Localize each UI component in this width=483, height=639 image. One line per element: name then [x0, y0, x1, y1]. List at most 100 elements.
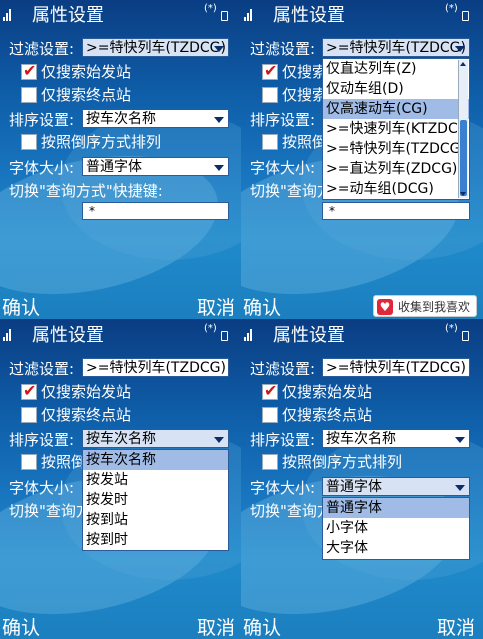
ok-softkey[interactable]: 确认: [2, 293, 40, 319]
font-option[interactable]: 大字体: [323, 538, 469, 558]
shortcut-input[interactable]: *: [322, 202, 470, 220]
chevron-down-icon: [455, 485, 465, 491]
chevron-down-icon: [455, 46, 465, 52]
reverse-checkbox[interactable]: [262, 134, 278, 150]
check-icon: ✔: [23, 61, 37, 80]
font-label: 字体大小:: [9, 159, 75, 177]
signal-icon: [244, 5, 256, 21]
reverse-label: 按照倒序方式排列: [41, 133, 162, 151]
ok-softkey[interactable]: 确认: [2, 613, 40, 639]
sort-select[interactable]: 按车次名称: [322, 429, 470, 448]
chevron-down-icon: [214, 117, 224, 123]
filter-option[interactable]: >=直达列车(ZDCG): [323, 159, 469, 179]
sort-label: 排序设置:: [250, 111, 316, 129]
bluetooth-icon: (*): [204, 323, 217, 334]
reverse-checkbox[interactable]: [262, 454, 278, 470]
page-title: 属性设置: [273, 5, 345, 26]
sort-option[interactable]: 按到站: [83, 510, 228, 530]
check-icon: ✔: [264, 61, 278, 80]
status-bar: 属性设置 (*): [241, 320, 482, 346]
check-icon: ✔: [264, 381, 278, 400]
battery-icon: [221, 11, 228, 21]
filter-select[interactable]: >=特快列车(TZDCG): [82, 38, 229, 57]
battery-icon: [462, 11, 469, 21]
filter-select[interactable]: >=特快列车(TZDCG): [82, 358, 229, 377]
search-start-label: 仅搜索始发站: [282, 383, 373, 401]
bluetooth-icon: (*): [445, 3, 458, 14]
font-select[interactable]: 普通字体: [82, 157, 229, 176]
status-bar: 属性设置 (*): [0, 0, 241, 26]
filter-select[interactable]: >=特快列车(TZDCG): [322, 358, 470, 377]
status-bar: 属性设置 (*): [241, 0, 482, 26]
font-label: 字体大小:: [9, 479, 75, 497]
chevron-down-icon: [214, 165, 224, 171]
reverse-checkbox[interactable]: [21, 454, 37, 470]
reverse-checkbox[interactable]: [21, 134, 37, 150]
scroll-thumb[interactable]: [460, 120, 467, 196]
settings-screen-2: 属性设置 (*) 过滤设置: >=特快列车(TZDCG) ✔ 仅搜索始发站 仅搜…: [241, 0, 483, 319]
bluetooth-icon: (*): [445, 323, 458, 334]
search-start-label: 仅搜索始发站: [41, 383, 132, 401]
chevron-down-icon: [214, 437, 224, 443]
font-option-selected[interactable]: 普通字体: [323, 498, 469, 518]
cancel-softkey[interactable]: 取消: [437, 613, 475, 639]
sort-select[interactable]: 按车次名称: [82, 109, 229, 128]
shortcut-input[interactable]: *: [82, 202, 229, 220]
filter-value: >=特快列车(TZDCG): [86, 40, 226, 56]
sort-dropdown: 按车次名称 按发站 按发时 按到站 按到时: [82, 449, 229, 551]
search-start-label: 仅搜索始发站: [41, 63, 132, 81]
search-start-checkbox[interactable]: ✔: [21, 61, 37, 80]
heart-icon: ♥: [377, 299, 393, 315]
status-bar: 属性设置 (*): [0, 320, 241, 346]
page-title: 属性设置: [32, 325, 104, 346]
reverse-label: 按照倒序方式排列: [282, 453, 403, 471]
cancel-softkey[interactable]: 取消: [197, 293, 235, 319]
search-end-checkbox[interactable]: [21, 87, 37, 103]
font-label: 字体大小:: [250, 479, 316, 497]
ok-softkey[interactable]: 确认: [243, 613, 281, 639]
page-title: 属性设置: [273, 325, 345, 346]
filter-option[interactable]: >=特快列车(TZDCG): [323, 139, 469, 159]
battery-icon: [221, 331, 228, 341]
filter-option[interactable]: 仅动车组(D): [323, 79, 469, 99]
font-select[interactable]: 普通字体: [322, 477, 470, 496]
dropdown-scrollbar[interactable]: [458, 60, 468, 198]
settings-screen-4: 属性设置 (*) 过滤设置: >=特快列车(TZDCG) ✔ 仅搜索始发站 仅搜…: [241, 320, 483, 639]
font-label: 字体大小:: [250, 159, 316, 177]
search-end-label: 仅搜索终点站: [41, 86, 132, 104]
shortcut-label: 切换"查询方式"快捷键:: [9, 182, 163, 200]
search-end-checkbox[interactable]: [262, 87, 278, 103]
sort-option[interactable]: 按发站: [83, 470, 228, 490]
settings-screen-3: 属性设置 (*) 过滤设置: >=特快列车(TZDCG) ✔ 仅搜索始发站 仅搜…: [0, 320, 241, 639]
font-dropdown: 普通字体 小字体 大字体: [322, 497, 470, 560]
battery-icon: [462, 331, 469, 341]
search-end-checkbox[interactable]: [21, 407, 37, 423]
scroll-up-icon: [460, 62, 466, 66]
filter-option[interactable]: >=快速列车(KTZDCG): [323, 119, 469, 139]
filter-option-selected[interactable]: 仅高速动车(CG): [323, 99, 469, 119]
sort-label: 排序设置:: [250, 431, 316, 449]
filter-label: 过滤设置:: [9, 40, 75, 58]
search-end-checkbox[interactable]: [262, 407, 278, 423]
sort-select[interactable]: 按车次名称: [82, 429, 229, 448]
cancel-softkey[interactable]: 取消: [197, 613, 235, 639]
filter-label: 过滤设置:: [250, 360, 316, 378]
chevron-down-icon: [214, 46, 224, 52]
filter-option[interactable]: >=动车组(DCG): [323, 179, 469, 199]
search-start-checkbox[interactable]: ✔: [262, 381, 278, 400]
check-icon: ✔: [23, 381, 37, 400]
search-end-label: 仅搜索终点站: [41, 406, 132, 424]
sort-option[interactable]: 按发时: [83, 490, 228, 510]
filter-select[interactable]: >=特快列车(TZDCG): [322, 38, 470, 57]
ok-softkey[interactable]: 确认: [243, 293, 281, 319]
sort-option-selected[interactable]: 按车次名称: [83, 450, 228, 470]
sort-option[interactable]: 按到时: [83, 530, 228, 550]
search-start-checkbox[interactable]: ✔: [21, 381, 37, 400]
scroll-down-icon: [460, 192, 466, 196]
search-start-checkbox[interactable]: ✔: [262, 61, 278, 80]
font-option[interactable]: 小字体: [323, 518, 469, 538]
filter-option[interactable]: 仅直达列车(Z): [323, 59, 469, 79]
favorite-button[interactable]: ♥ 收集到我喜欢: [373, 295, 477, 317]
filter-dropdown: 仅直达列车(Z) 仅动车组(D) 仅高速动车(CG) >=快速列车(KTZDCG…: [322, 58, 470, 200]
sort-label: 排序设置:: [9, 111, 75, 129]
